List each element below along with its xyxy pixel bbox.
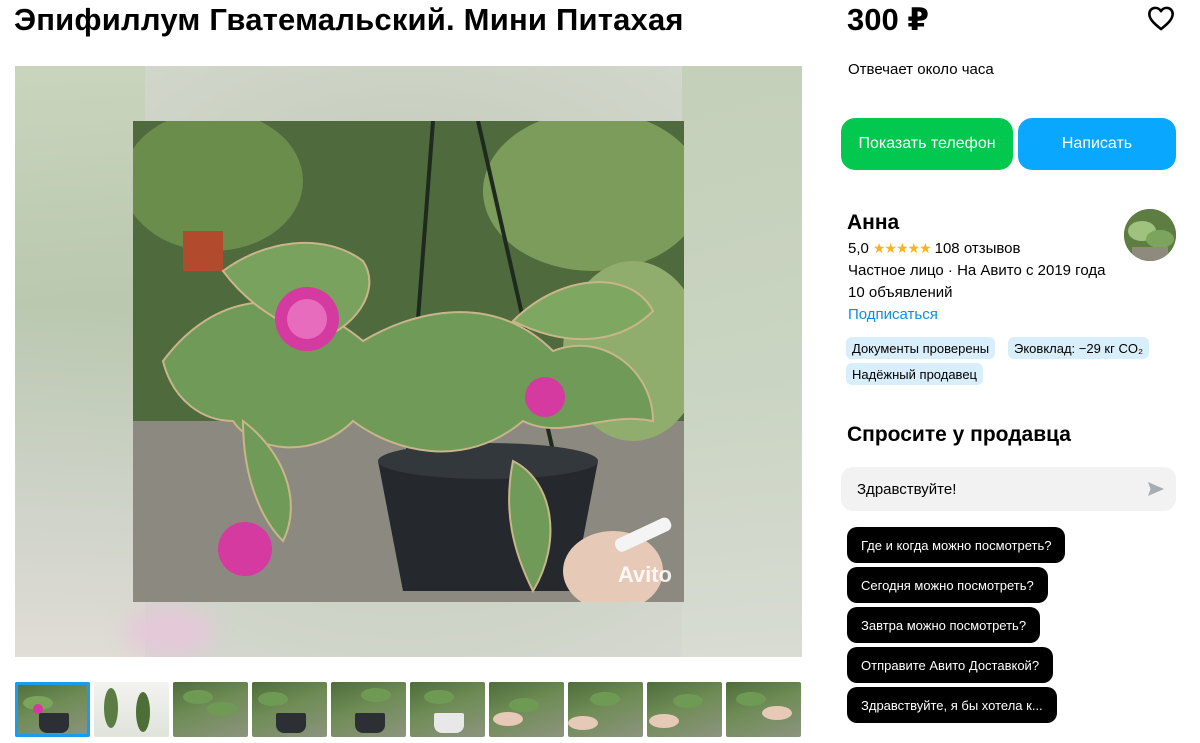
quick-question-chip[interactable]: Где и когда можно посмотреть? <box>847 527 1066 563</box>
seller-listings-count[interactable]: 10 объявлений <box>848 284 953 301</box>
reply-time: Отвечает около часа <box>848 61 994 78</box>
thumbnail[interactable] <box>647 682 722 737</box>
message-input[interactable]: Здравствуйте! <box>841 467 1176 511</box>
quick-question-chip[interactable]: Сегодня можно посмотреть? <box>847 567 1048 603</box>
plant-illustration <box>133 121 684 602</box>
badge-reliable-seller: Надёжный продавец <box>846 363 983 385</box>
quick-question-chip[interactable]: Отправите Авито Доставкой? <box>847 647 1054 683</box>
rating-stars-icon: ★★★★★ <box>872 240 932 256</box>
price: 300 ₽ <box>847 2 929 37</box>
message-input-value: Здравствуйте! <box>857 480 957 498</box>
seller-name[interactable]: Анна <box>847 211 899 235</box>
subscribe-link[interactable]: Подписаться <box>848 306 938 323</box>
write-message-button[interactable]: Написать <box>1018 118 1176 170</box>
thumbnail[interactable] <box>15 682 90 737</box>
thumbnail[interactable] <box>252 682 327 737</box>
thumbnail[interactable] <box>94 682 169 737</box>
heart-outline-icon[interactable] <box>1147 5 1175 31</box>
thumbnail[interactable] <box>726 682 801 737</box>
ask-seller-title: Спросите у продавца <box>847 423 1071 446</box>
thumbnail[interactable] <box>173 682 248 737</box>
avatar-image <box>1124 209 1176 261</box>
thumbnail[interactable] <box>568 682 643 737</box>
thumbnail[interactable] <box>489 682 564 737</box>
quick-question-chip[interactable]: Завтра можно посмотреть? <box>847 607 1041 643</box>
badge-eco-contribution[interactable]: Эковклад: −29 кг CO₂ <box>1008 337 1150 359</box>
seller-status: Частное лицо · На Авито с 2019 года <box>848 262 1106 279</box>
listing-title: Эпифиллум Гватемальский. Мини Питахая <box>14 2 684 37</box>
badge-documents-verified: Документы проверены <box>846 337 996 359</box>
show-phone-button[interactable]: Показать телефон <box>841 118 1013 170</box>
rating-value: 5,0 <box>848 240 869 257</box>
main-image-viewer[interactable]: Avito <box>15 66 802 657</box>
image-backdrop-right <box>682 66 802 657</box>
seller-rating[interactable]: 5,0 ★★★★★ 108 отзывов <box>848 240 1020 257</box>
quick-question-chip[interactable]: Здравствуйте, я бы хотела к... <box>847 687 1057 723</box>
listing-photo[interactable]: Avito <box>133 121 684 602</box>
avito-watermark: Avito <box>617 562 672 587</box>
thumbnail[interactable] <box>331 682 406 737</box>
seller-avatar[interactable] <box>1124 209 1176 261</box>
reviews-count[interactable]: 108 отзывов <box>935 240 1021 257</box>
image-backdrop-pink <box>125 606 215 657</box>
send-arrow-icon[interactable] <box>1146 479 1166 499</box>
image-backdrop-left <box>15 66 145 657</box>
thumbnail-strip <box>15 682 801 737</box>
thumbnail[interactable] <box>410 682 485 737</box>
